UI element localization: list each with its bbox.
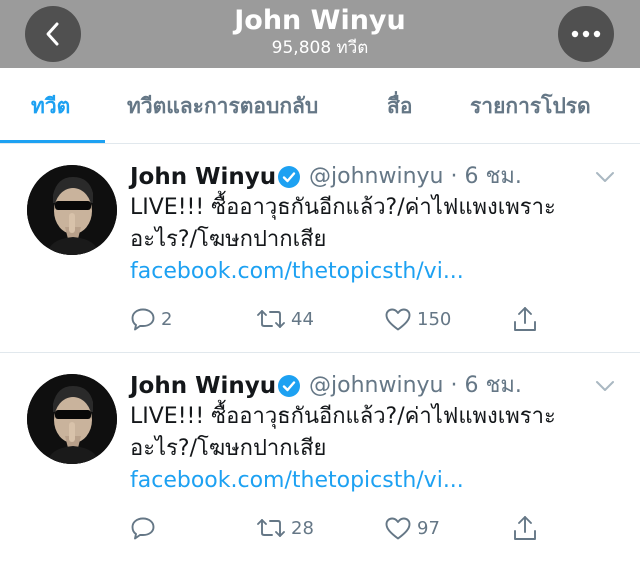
share-button[interactable] (511, 304, 539, 334)
retweet-button[interactable]: 28 (256, 513, 314, 543)
chevron-down-icon[interactable] (594, 379, 616, 393)
tweet-item[interactable]: John Winyu @johnwinyu · 6 ชม. LIVE!!! ซื… (0, 145, 640, 353)
avatar-image (27, 165, 117, 255)
tab-likes[interactable]: รายการโปรด (470, 92, 591, 120)
tweet-link[interactable]: facebook.com/thetopicsth/vi... (130, 256, 464, 288)
tab-tweets[interactable]: ทวีต (31, 92, 70, 120)
tweet-handle-time[interactable]: @johnwinyu · 6 ชม. (309, 162, 522, 192)
tab-tweets-and-replies[interactable]: ทวีตและการตอบกลับ (127, 92, 318, 120)
share-button[interactable] (511, 513, 539, 543)
verified-badge-icon (278, 166, 300, 188)
heart-icon (385, 517, 411, 539)
share-icon (514, 516, 536, 540)
verified-badge-icon (278, 375, 300, 397)
tweet-text-line: อะไร?/โฆษกปากเสีย (130, 436, 327, 461)
reply-icon (131, 308, 155, 331)
like-button[interactable]: 97 (384, 513, 440, 543)
tweet-count: 95,808 ทวีต (271, 38, 369, 58)
profile-tabs: ทวีต ทวีตและการตอบกลับ สื่อ รายการโปรด (0, 68, 640, 144)
like-count: 97 (417, 517, 440, 539)
tweet-text-line: LIVE!!! ซื้ออาวุธกันอีกแล้ว?/ค่าไฟแพงเพร… (130, 404, 556, 429)
reply-button[interactable]: 2 (130, 304, 172, 334)
avatar[interactable] (27, 165, 117, 255)
reply-button[interactable] (130, 513, 161, 543)
more-horizontal-icon (571, 30, 601, 38)
retweet-icon (257, 519, 285, 537)
profile-name-title: John Winyu (234, 5, 406, 36)
retweet-count: 44 (291, 308, 314, 330)
avatar[interactable] (27, 374, 117, 464)
retweet-button[interactable]: 44 (256, 304, 314, 334)
tweet-text: LIVE!!! ซื้ออาวุธกันอีกแล้ว?/ค่าไฟแพงเพร… (130, 192, 630, 256)
share-icon (514, 307, 536, 331)
profile-header: John Winyu 95,808 ทวีต (0, 0, 640, 68)
tweet-author-name[interactable]: John Winyu (130, 162, 276, 192)
tweet-text-line: LIVE!!! ซื้ออาวุธกันอีกแล้ว?/ค่าไฟแพงเพร… (130, 195, 556, 220)
tweet-text: LIVE!!! ซื้ออาวุธกันอีกแล้ว?/ค่าไฟแพงเพร… (130, 401, 630, 465)
tab-media[interactable]: สื่อ (387, 92, 412, 120)
avatar-image (27, 374, 117, 464)
retweet-count: 28 (291, 517, 314, 539)
tweet-handle-time[interactable]: @johnwinyu · 6 ชม. (309, 371, 522, 401)
tweet-text-line: อะไร?/โฆษกปากเสีย (130, 227, 327, 252)
retweet-icon (257, 310, 285, 328)
like-count: 150 (417, 308, 452, 330)
tweet-author-name[interactable]: John Winyu (130, 371, 276, 401)
tweet-item[interactable]: John Winyu @johnwinyu · 6 ชม. LIVE!!! ซื… (0, 354, 640, 561)
chevron-down-icon[interactable] (594, 170, 616, 184)
heart-icon (385, 308, 411, 330)
like-button[interactable]: 150 (384, 304, 451, 334)
tweet-link[interactable]: facebook.com/thetopicsth/vi... (130, 465, 464, 497)
reply-icon (131, 517, 155, 540)
reply-count: 2 (161, 308, 173, 330)
more-button[interactable] (558, 6, 614, 62)
active-tab-indicator (0, 140, 105, 143)
